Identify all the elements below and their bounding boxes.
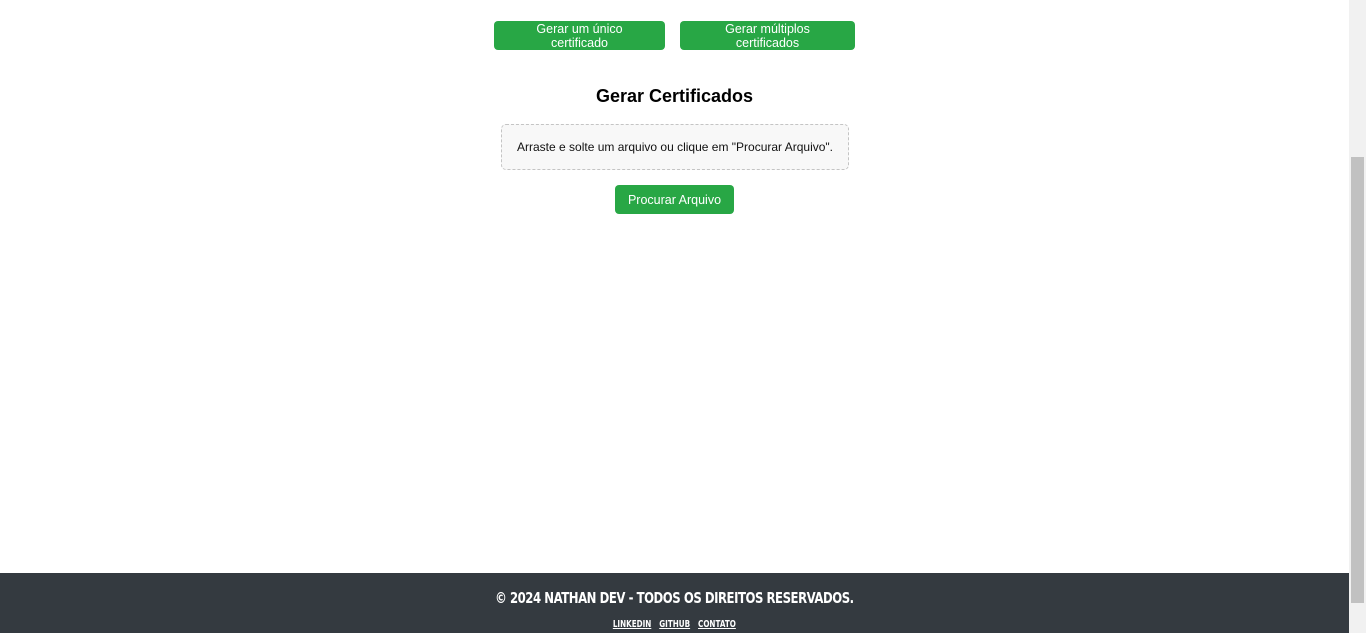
dropzone-text: Arraste e solte um arquivo ou clique em … — [517, 140, 833, 154]
footer-copyright: © 2024 Nathan Dev - Todos os direitos re… — [495, 589, 854, 607]
file-dropzone[interactable]: Arraste e solte um arquivo ou clique em … — [501, 124, 849, 170]
multiple-certificates-button[interactable]: Gerar múltiplos certificados — [680, 21, 855, 50]
footer: © 2024 Nathan Dev - Todos os direitos re… — [0, 573, 1349, 633]
scrollbar-thumb[interactable] — [1351, 157, 1364, 603]
browse-file-button[interactable]: Procurar Arquivo — [615, 185, 734, 214]
vertical-scrollbar[interactable] — [1349, 0, 1366, 633]
page-title: Gerar Certificados — [595, 86, 754, 106]
browser-viewport: Gerar um único certificado Gerar múltipl… — [0, 0, 1366, 633]
linkedin-link[interactable]: LinkedIn — [613, 619, 651, 630]
browse-container: Procurar Arquivo — [615, 185, 734, 214]
single-certificate-button[interactable]: Gerar um único certificado — [494, 21, 665, 50]
contact-link[interactable]: Contato — [698, 619, 736, 630]
github-link[interactable]: GitHub — [659, 619, 690, 630]
page: Gerar um único certificado Gerar múltipl… — [0, 0, 1349, 633]
mode-selector: Gerar um único certificado Gerar múltipl… — [0, 21, 1349, 50]
footer-links: LinkedIn GitHub Contato — [189, 619, 1160, 630]
